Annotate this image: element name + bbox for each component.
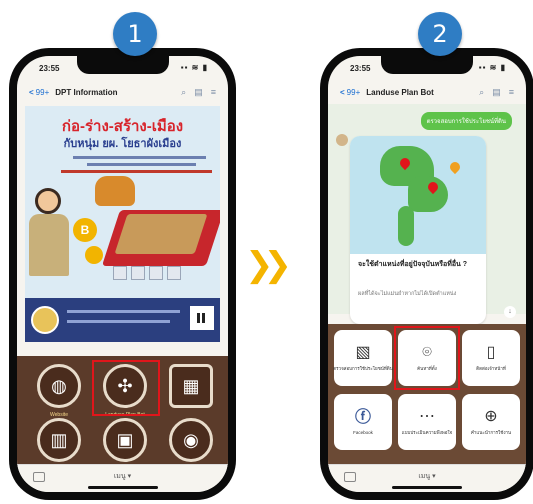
- step-2-badge: 2: [418, 12, 462, 56]
- menu-icon[interactable]: ≡: [211, 87, 216, 98]
- phone-chat-icon: ▯: [486, 343, 496, 361]
- poster-footer: [25, 298, 220, 342]
- card-title: จะใช้ตำแหน่งที่อยู่ปัจจุบันหรือที่อื่น ?: [358, 261, 468, 268]
- facebook-icon: ⓕ: [354, 408, 371, 426]
- home-indicator: [392, 486, 462, 489]
- camera-icon[interactable]: ◉: [169, 418, 213, 462]
- chat-title: Landuse Plan Bot: [366, 87, 434, 97]
- machine-top: [114, 214, 208, 254]
- phone-2-screen: 23:55 ▪▪ ≋ ▮ < 99+ Landuse Plan Bot ⌕ ▤ …: [328, 56, 526, 492]
- notes-icon[interactable]: ▤: [194, 87, 203, 98]
- status-icons: ▪▪ ≋ ▮: [180, 63, 208, 72]
- qr-code-icon: [190, 306, 214, 330]
- unread-count: 99+: [346, 87, 361, 97]
- rich-menu-item[interactable]: ▧ ตรวจสอบการใช้ประโยชน์ที่ดิน: [333, 330, 393, 386]
- house-illustration: [149, 266, 163, 280]
- book-icon[interactable]: ▥: [37, 418, 81, 462]
- help-icon: ⊕: [484, 407, 498, 425]
- status-time: 23:55: [350, 64, 371, 73]
- poster-text-line: [61, 170, 212, 173]
- status-icons: ▪▪ ≋ ▮: [478, 63, 506, 72]
- poster-text-line: [87, 163, 196, 166]
- scroll-down-button[interactable]: ↓: [504, 306, 516, 318]
- phone-2: 23:55 ▪▪ ≋ ▮ < 99+ Landuse Plan Bot ⌕ ▤ …: [320, 48, 533, 500]
- unread-count: 99+: [35, 87, 50, 97]
- back-button[interactable]: <: [29, 88, 34, 97]
- search-icon[interactable]: ⌕: [181, 87, 186, 98]
- chat-header: < 99+ DPT Information ⌕ ▤ ≡: [17, 82, 228, 102]
- footer-text-line: [67, 320, 170, 323]
- bottom-bar: เมนู ▾: [328, 464, 526, 492]
- status-time: 23:55: [39, 64, 60, 73]
- department-seal-icon: [31, 306, 59, 334]
- bottom-bar: เมนู ▾: [17, 464, 228, 492]
- map-land: [408, 176, 448, 212]
- rich-menu-item[interactable]: ⋯ แบบประเมินความพึงพอใจ: [398, 394, 456, 450]
- chat-title: DPT Information: [55, 87, 118, 97]
- menu-toggle[interactable]: เมนู ▾: [17, 471, 228, 482]
- rich-menu-label: ติดต่อเจ้าหน้าที่: [476, 365, 506, 371]
- house-illustration: [167, 266, 181, 280]
- money-bag-illustration: [95, 176, 135, 206]
- coin-icon: [85, 246, 103, 264]
- officer-illustration: [29, 214, 69, 276]
- highlight-box: [92, 360, 160, 416]
- home-indicator: [87, 486, 158, 489]
- menu-icon[interactable]: ≡: [509, 87, 514, 98]
- menu-toggle[interactable]: เมนู ▾: [328, 471, 526, 482]
- rich-menu-label: คำแนะนำการใช้งาน: [470, 429, 512, 435]
- user-message-bubble: ตรวจสอบการใช้ประโยชน์ที่ดิน: [420, 112, 512, 130]
- officer-head: [35, 188, 61, 214]
- bot-avatar: [336, 134, 348, 146]
- chat-header: < 99+ Landuse Plan Bot ⌕ ▤ ≡: [328, 82, 526, 102]
- double-chevron-icon: ❯❯: [245, 245, 292, 285]
- rich-menu-label: ตรวจสอบการใช้ประโยชน์ที่ดิน: [333, 365, 393, 371]
- map-icon: ▧: [355, 343, 371, 361]
- back-button[interactable]: <: [340, 88, 345, 97]
- footer-text-line: [67, 310, 180, 313]
- rich-menu-label: Facebook: [353, 429, 373, 435]
- thailand-map-illustration: [350, 136, 486, 254]
- step-1-badge: 1: [113, 12, 157, 56]
- search-icon[interactable]: ⌕: [479, 87, 484, 98]
- highlight-box: [394, 326, 460, 390]
- location-pin-icon: [447, 159, 463, 175]
- card-subtitle: ผลที่ได้จะไม่แม่นยำหากไม่ได้เปิดตำแหน่ง: [358, 291, 457, 297]
- rich-menu-item[interactable]: ▯ ติดต่อเจ้าหน้าที่: [462, 330, 520, 386]
- rich-menu-label: แบบประเมินความพึงพอใจ: [401, 429, 453, 435]
- blueprint-icon[interactable]: ▣: [103, 418, 147, 462]
- coin-icon: B: [73, 218, 97, 242]
- notch: [381, 56, 473, 74]
- rich-menu-item[interactable]: ⊕ คำแนะนำการใช้งาน: [462, 394, 520, 450]
- location-card[interactable]: จะใช้ตำแหน่งที่อยู่ปัจจุบันหรือที่อื่น ?…: [350, 136, 486, 324]
- poster-subline: กับหนุ่ม ยผ. โยธาผังเมือง: [63, 138, 182, 150]
- rich-menu: ▧ ตรวจสอบการใช้ประโยชน์ที่ดิน ⌾ ค้นหาที่…: [328, 324, 526, 466]
- phone-1-screen: 23:55 ▪▪ ≋ ▮ < 99+ DPT Information ⌕ ▤ ≡…: [17, 56, 228, 492]
- house-illustration: [131, 266, 145, 280]
- notes-icon[interactable]: ▤: [492, 87, 501, 98]
- phone-1: 23:55 ▪▪ ≋ ▮ < 99+ DPT Information ⌕ ▤ ≡…: [9, 48, 236, 500]
- notch: [76, 56, 169, 74]
- globe-icon[interactable]: ◍: [37, 364, 81, 408]
- rich-menu-item[interactable]: ⓕ Facebook: [334, 394, 392, 450]
- newspaper-icon[interactable]: ▦: [169, 364, 213, 408]
- house-illustration: [113, 266, 127, 280]
- poster-text-line: [73, 156, 206, 159]
- rich-menu: ◍ Website ✣ Landuse Plan Bot ▦ ▥ ▣ ◉: [17, 356, 228, 466]
- promo-poster[interactable]: ก่อ-ร่าง-สร้าง-เมือง กับหนุ่ม ยผ. โยธาผั…: [25, 106, 220, 342]
- map-land: [398, 206, 414, 246]
- rating-icon: ⋯: [419, 407, 435, 425]
